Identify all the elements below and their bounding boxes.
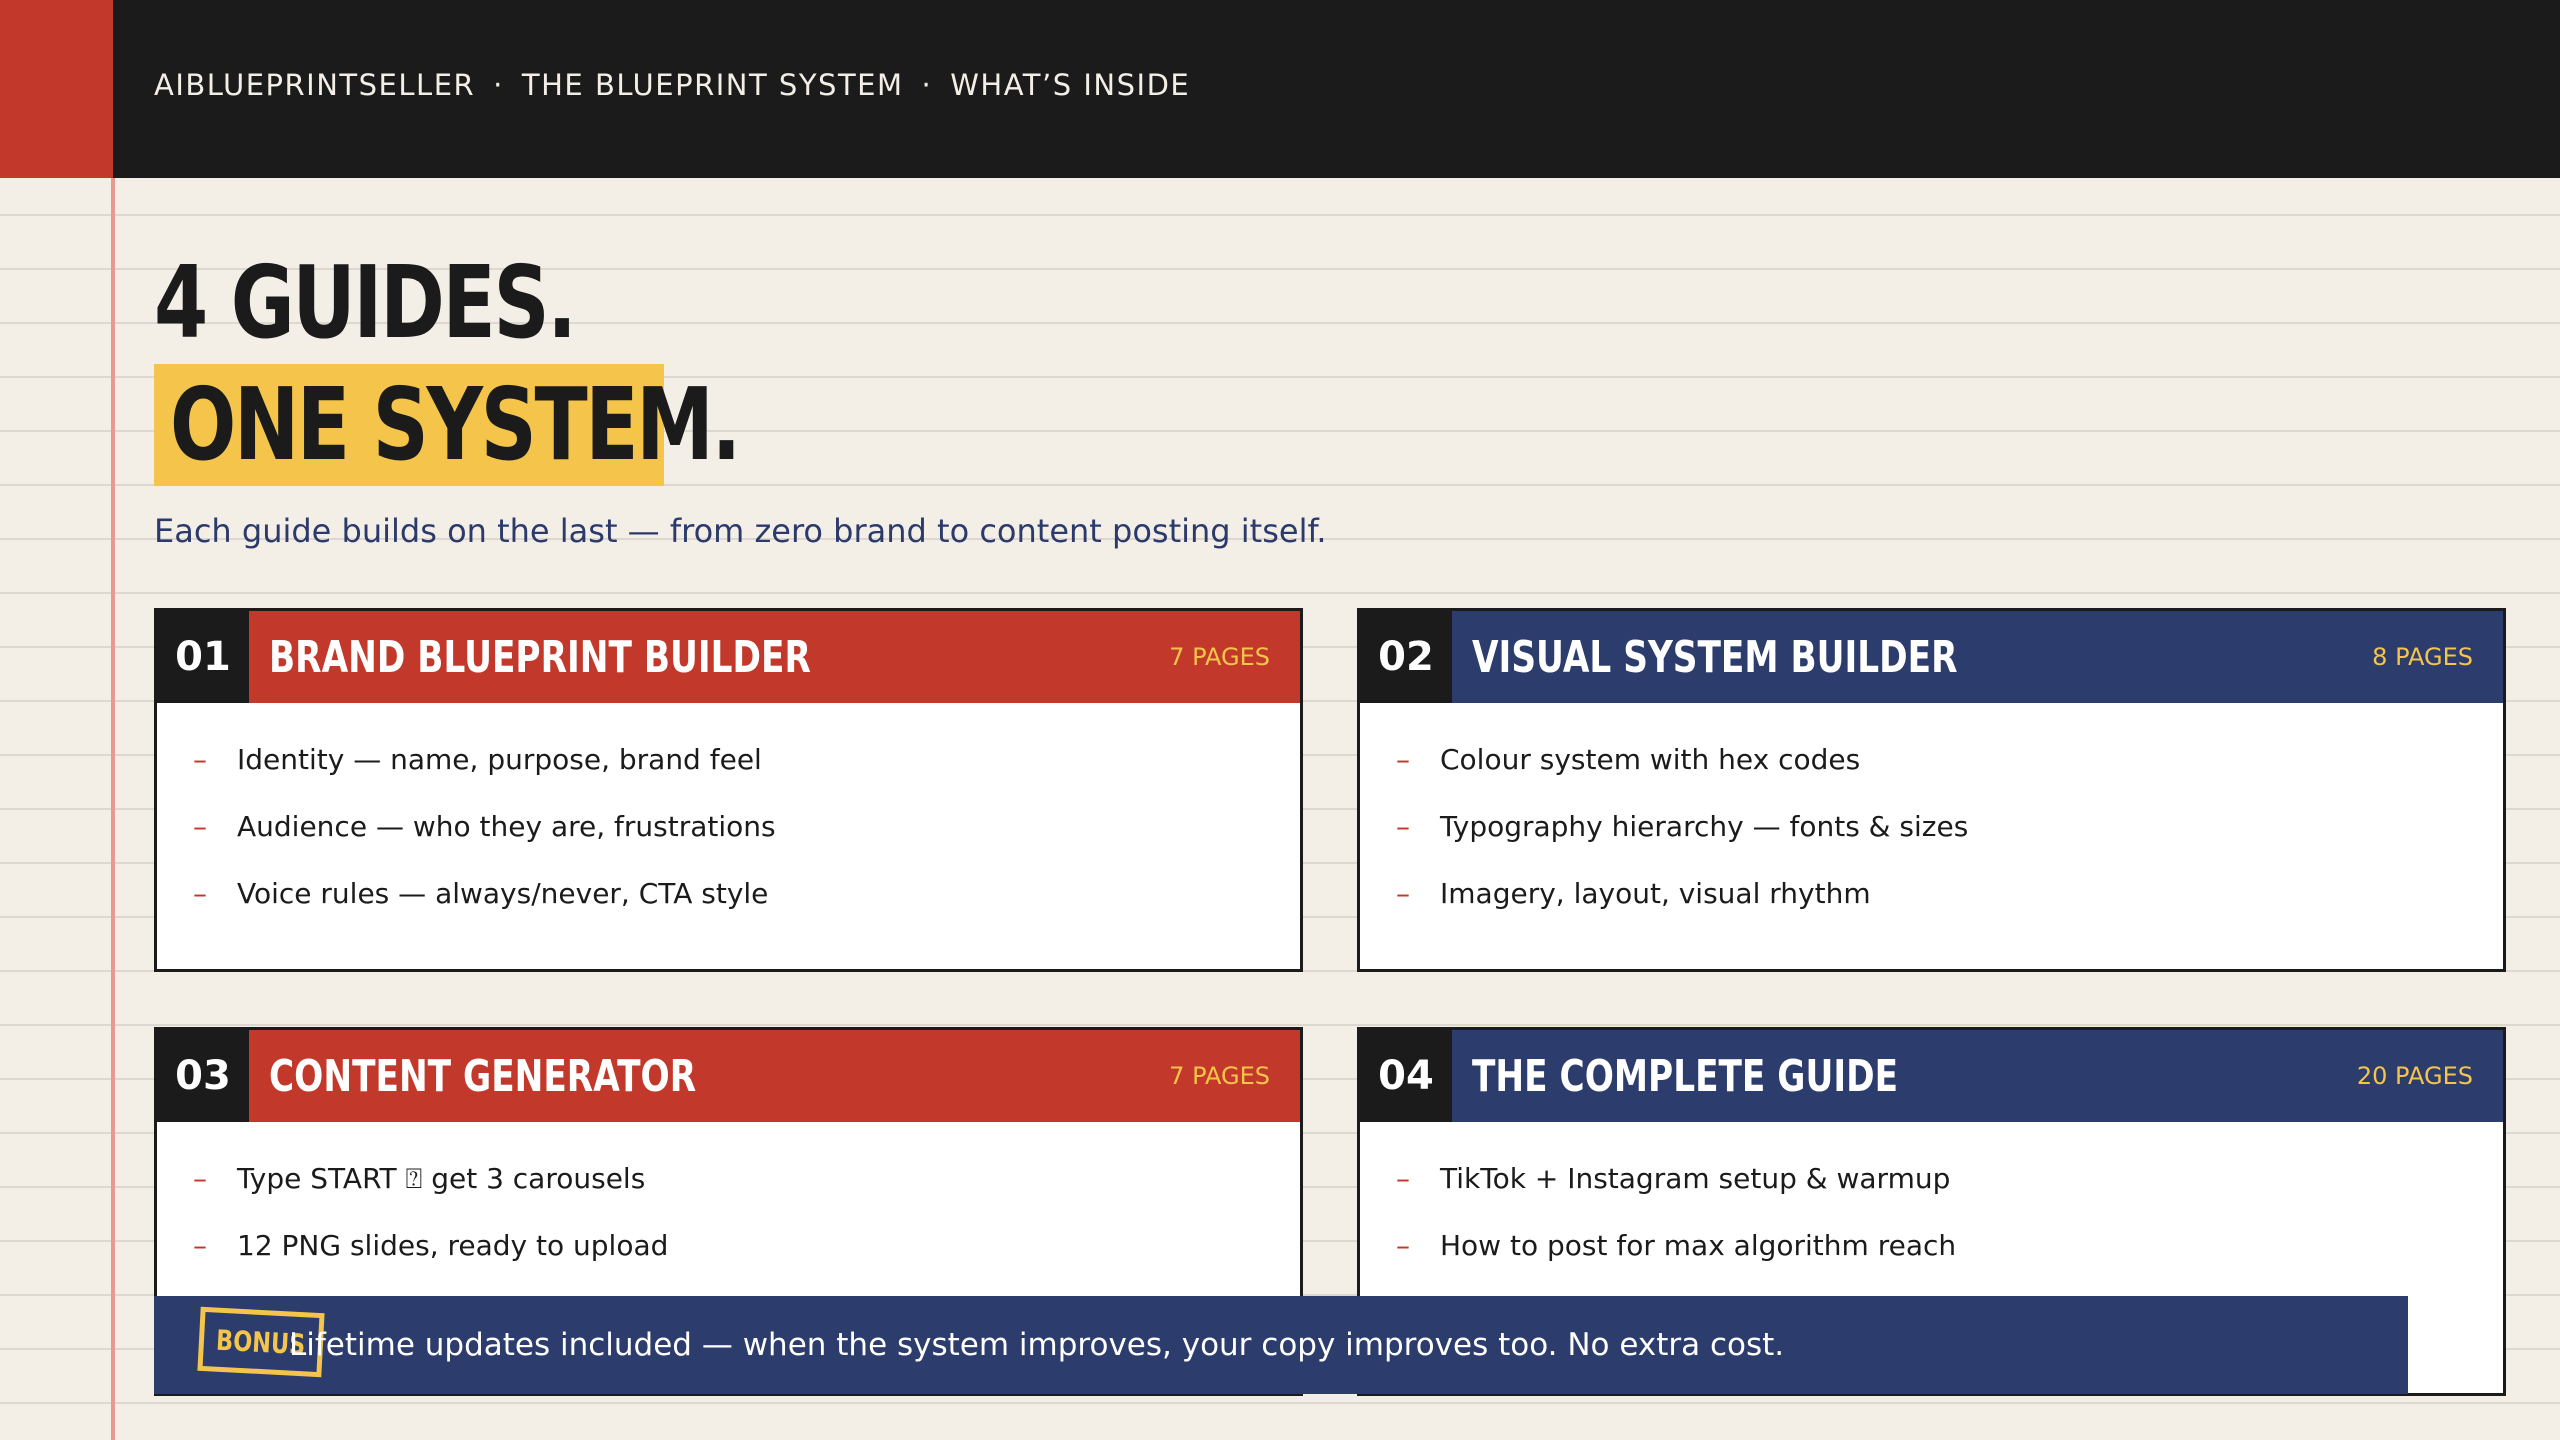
list-item: – Type START ⍰ get 3 carousels [193, 1162, 668, 1229]
guide-page-count: 7 PAGES [1169, 643, 1270, 671]
dash-bullet-icon: – [193, 1229, 207, 1262]
list-item-text: TikTok + Instagram setup & warmup [1440, 1162, 1951, 1195]
list-item-text: Audience — who they are, frustrations [237, 810, 776, 843]
guide-title-bar: BRAND BLUEPRINT BUILDER 7 PAGES [249, 611, 1300, 703]
guide-title: CONTENT GENERATOR [269, 1050, 697, 1102]
guide-feature-list: – Identity — name, purpose, brand feel – A… [193, 743, 776, 944]
dash-bullet-icon: – [1396, 1162, 1410, 1195]
guide-card-02[interactable]: 02 VISUAL SYSTEM BUILDER 8 PAGES – Colour… [1357, 608, 2506, 972]
dash-bullet-icon: – [1396, 743, 1410, 776]
guide-card-header: 03 CONTENT GENERATOR 7 PAGES [157, 1030, 1300, 1122]
dash-bullet-icon: – [193, 810, 207, 843]
guide-feature-list: – TikTok + Instagram setup & warmup – How … [1396, 1162, 1956, 1296]
guide-card-header: 04 THE COMPLETE GUIDE 20 PAGES [1360, 1030, 2503, 1122]
bonus-banner: BONUS Lifetime updates included — when t… [154, 1296, 2408, 1394]
list-item-text: How to post for max algorithm reach [1440, 1229, 1957, 1262]
guide-feature-list: – Colour system with hex codes – Typograph… [1396, 743, 1968, 944]
notebook-margin-line [111, 178, 115, 1440]
page-title-highlight: ONE SYSTEM. [154, 364, 741, 486]
guide-card-header: 01 BRAND BLUEPRINT BUILDER 7 PAGES [157, 611, 1300, 703]
list-item-text: Imagery, layout, visual rhythm [1440, 877, 1871, 910]
list-item-text: Colour system with hex codes [1440, 743, 1861, 776]
list-item-text: 12 PNG slides, ready to upload [237, 1229, 669, 1262]
breadcrumb-item-brand[interactable]: AIBLUEPRINTSELLER [154, 68, 475, 102]
list-item-text: Typography hierarchy — fonts & sizes [1440, 810, 1969, 843]
breadcrumb-item-system[interactable]: THE BLUEPRINT SYSTEM [522, 68, 904, 102]
page-title-line-1: 4 GUIDES. [154, 244, 577, 361]
dash-bullet-icon: – [1396, 1229, 1410, 1262]
dash-bullet-icon: – [193, 743, 207, 776]
page-title-line-2: ONE SYSTEM. [170, 366, 741, 483]
guide-page-count: 20 PAGES [2356, 1062, 2473, 1090]
bonus-text: Lifetime updates included — when the sys… [289, 1327, 1785, 1363]
dash-bullet-icon: – [193, 1162, 207, 1195]
list-item: – Colour system with hex codes [1396, 743, 1968, 810]
list-item: – How to post for max algorithm reach [1396, 1229, 1956, 1296]
guide-title-bar: THE COMPLETE GUIDE 20 PAGES [1452, 1030, 2503, 1122]
list-item: – Audience — who they are, frustrations [193, 810, 776, 877]
list-item: – Imagery, layout, visual rhythm [1396, 877, 1968, 944]
top-bar: AIBLUEPRINTSELLER · THE BLUEPRINT SYSTEM… [0, 0, 2560, 178]
guide-card-01[interactable]: 01 BRAND BLUEPRINT BUILDER 7 PAGES – Iden… [154, 608, 1303, 972]
breadcrumb-separator: · [493, 68, 504, 102]
list-item-text: Voice rules — always/never, CTA style [237, 877, 769, 910]
breadcrumb-separator: · [921, 68, 933, 102]
guide-number: 01 [157, 611, 249, 703]
list-item: – Typography hierarchy — fonts & sizes [1396, 810, 1968, 877]
guide-title: BRAND BLUEPRINT BUILDER [269, 631, 811, 683]
list-item: – Voice rules — always/never, CTA style [193, 877, 776, 944]
list-item: – Identity — name, purpose, brand feel [193, 743, 776, 810]
dash-bullet-icon: – [1396, 877, 1410, 910]
guide-title-bar: VISUAL SYSTEM BUILDER 8 PAGES [1452, 611, 2503, 703]
page-subtitle: Each guide builds on the last — from zer… [154, 512, 1327, 550]
dash-bullet-icon: – [1396, 810, 1410, 843]
guide-title-bar: CONTENT GENERATOR 7 PAGES [249, 1030, 1300, 1122]
list-item-text: Type START ⍰ get 3 carousels [237, 1162, 646, 1195]
guide-card-header: 02 VISUAL SYSTEM BUILDER 8 PAGES [1360, 611, 2503, 703]
dash-bullet-icon: – [193, 877, 207, 910]
breadcrumb: AIBLUEPRINTSELLER · THE BLUEPRINT SYSTEM… [154, 64, 1190, 106]
guide-number: 02 [1360, 611, 1452, 703]
guide-title: VISUAL SYSTEM BUILDER [1472, 631, 1958, 683]
top-bar-accent-block [0, 0, 113, 178]
list-item-text: Identity — name, purpose, brand feel [237, 743, 762, 776]
guide-number: 03 [157, 1030, 249, 1122]
guide-page-count: 8 PAGES [2372, 643, 2473, 671]
guide-feature-list: – Type START ⍰ get 3 carousels –12 PNG sl… [193, 1162, 668, 1296]
list-item: –12 PNG slides, ready to upload [193, 1229, 668, 1296]
guide-page-count: 7 PAGES [1169, 1062, 1270, 1090]
guide-title: THE COMPLETE GUIDE [1472, 1050, 1899, 1102]
breadcrumb-item-current: WHAT’S INSIDE [950, 68, 1191, 102]
guide-number: 04 [1360, 1030, 1452, 1122]
list-item: – TikTok + Instagram setup & warmup [1396, 1162, 1956, 1229]
